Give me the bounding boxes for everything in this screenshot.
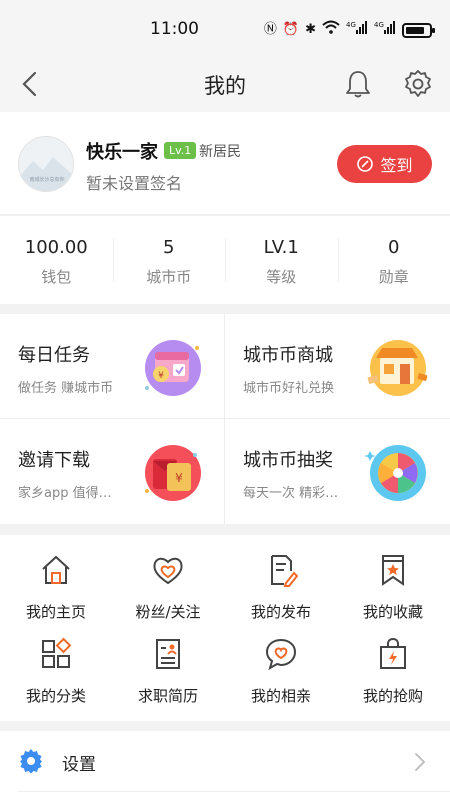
bookmark-star-icon xyxy=(382,555,404,586)
nfc-icon: Ⓝ xyxy=(263,22,277,37)
task-title: 城市币抽奖 xyxy=(243,450,333,471)
nav-bar: 我的 xyxy=(0,56,450,112)
pen-icon xyxy=(357,156,374,172)
function-grid: 我的主页 粉丝/关注 我的发布 我的收藏 我的分类 求职简历 我的相亲 我的抢购 xyxy=(0,535,450,721)
signin-button[interactable]: 签到 xyxy=(337,145,432,183)
stat-value: LV.1 xyxy=(263,237,299,258)
svg-text:¥: ¥ xyxy=(158,371,164,381)
stat-medals[interactable]: 0 勋章 xyxy=(337,216,450,304)
task-coin-mall[interactable]: 城市币商城 城市币好礼兑换 xyxy=(225,314,450,419)
calendar-coin-icon: ¥ xyxy=(145,340,201,396)
edit-doc-icon xyxy=(271,555,299,587)
category-icon xyxy=(42,637,72,668)
grid-item-home[interactable]: 我的主页 xyxy=(0,535,112,621)
settings-label: 设置 xyxy=(62,755,96,775)
bluetooth-icon: ✱ xyxy=(305,22,316,37)
chat-heart-icon xyxy=(265,638,297,671)
task-lottery[interactable]: 城市币抽奖 每天一次 精彩… xyxy=(225,419,450,524)
avatar-image: 南城长沙总有你 xyxy=(19,137,73,191)
settings-button[interactable] xyxy=(398,64,438,104)
signature[interactable]: 暂未设置签名 xyxy=(86,170,182,194)
grid-label: 求职简历 xyxy=(137,687,198,705)
shopping-bag-icon xyxy=(380,637,406,669)
status-bar: 11:00 Ⓝ ⏰ ✱ 4G 4G xyxy=(0,0,450,56)
task-subtitle: 做任务 赚城市币 xyxy=(18,381,114,396)
stat-wallet[interactable]: 100.00 钱包 xyxy=(0,216,113,304)
stat-label: 勋章 xyxy=(378,268,409,286)
stat-label: 等级 xyxy=(266,268,297,286)
task-subtitle: 城市币好礼兑换 xyxy=(243,381,335,396)
status-icons: Ⓝ ⏰ ✱ 4G 4G xyxy=(263,20,435,40)
battery-icon xyxy=(402,22,435,38)
profile-card: 南城长沙总有你 快乐一家 Lv.1 新居民 暂未设置签名 签到 xyxy=(0,112,450,215)
grid-item-favorites[interactable]: 我的收藏 xyxy=(337,535,449,621)
gear-icon xyxy=(20,749,42,774)
task-title: 每日任务 xyxy=(18,345,90,366)
grid-label: 我的抢购 xyxy=(362,687,423,705)
task-daily[interactable]: 每日任务 做任务 赚城市币 ¥ xyxy=(0,314,225,419)
grid-label: 我的分类 xyxy=(25,687,86,705)
network-label-2: 4G xyxy=(374,21,384,29)
grid-item-categories[interactable]: 我的分类 xyxy=(0,619,112,705)
page-title: 我的 xyxy=(204,74,246,98)
stat-label: 城市币 xyxy=(146,268,192,286)
grid-item-resume[interactable]: 求职简历 xyxy=(112,619,224,705)
gear-icon xyxy=(405,70,431,97)
level-badge: Lv.1 xyxy=(164,142,197,159)
grid-label: 我的相亲 xyxy=(250,687,311,705)
stats-row: 100.00 钱包 5 城市币 LV.1 等级 0 勋章 xyxy=(0,216,450,304)
divider xyxy=(18,791,450,792)
task-title: 邀请下载 xyxy=(18,450,90,471)
grid-item-flash-sale[interactable]: 我的抢购 xyxy=(337,619,449,705)
task-invite[interactable]: 邀请下载 家乡app 值得… ¥ xyxy=(0,419,225,524)
prize-wheel-icon xyxy=(364,445,426,501)
avatar[interactable]: 南城长沙总有你 xyxy=(18,136,74,192)
stat-label: 钱包 xyxy=(41,268,72,286)
stat-city-coins[interactable]: 5 城市币 xyxy=(112,216,226,304)
avatar-caption: 南城长沙总有你 xyxy=(29,176,64,183)
stat-value: 0 xyxy=(388,237,400,258)
username: 快乐一家 xyxy=(86,142,158,163)
grid-item-fans[interactable]: 粉丝/关注 xyxy=(112,535,224,621)
notifications-button[interactable] xyxy=(338,64,378,104)
home-icon xyxy=(42,556,70,584)
network-label-1: 4G xyxy=(346,21,356,29)
resume-icon xyxy=(156,639,180,669)
chevron-right-icon xyxy=(415,753,426,771)
stat-value: 100.00 xyxy=(24,237,88,258)
wifi-icon xyxy=(322,20,340,40)
signin-label: 签到 xyxy=(380,156,413,175)
grid-item-dating[interactable]: 我的相亲 xyxy=(225,619,337,705)
shop-icon xyxy=(367,340,428,396)
bell-icon xyxy=(346,71,370,98)
signal-icon-2: 4G xyxy=(374,20,396,40)
settings-row[interactable]: 设置 xyxy=(0,731,450,800)
grid-item-posts[interactable]: 我的发布 xyxy=(225,535,337,621)
alarm-icon: ⏰ xyxy=(282,22,300,37)
status-time: 11:00 xyxy=(150,19,199,39)
task-subtitle: 每天一次 精彩… xyxy=(243,486,339,501)
task-subtitle: 家乡app 值得… xyxy=(18,486,112,501)
resident-tag: 新居民 xyxy=(199,144,241,160)
stat-level[interactable]: LV.1 等级 xyxy=(225,216,338,304)
task-title: 城市币商城 xyxy=(243,345,333,366)
stat-value: 5 xyxy=(163,237,175,258)
signal-icon-1: 4G xyxy=(346,20,368,40)
heart-icon xyxy=(153,557,183,585)
svg-text:¥: ¥ xyxy=(175,471,183,485)
task-grid: 每日任务 做任务 赚城市币 ¥ 城市币商城 城市币好礼兑换 邀请下载 家乡app… xyxy=(0,314,450,524)
red-envelope-icon: ¥ xyxy=(145,445,201,501)
